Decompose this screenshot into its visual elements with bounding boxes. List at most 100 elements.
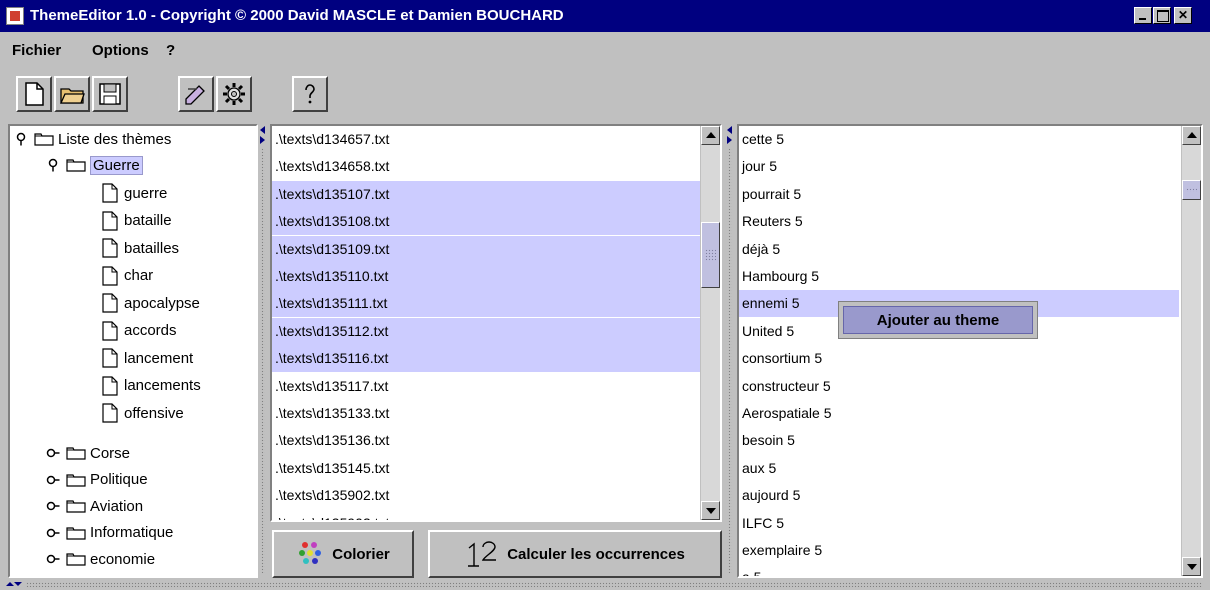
menu-options[interactable]: Options	[92, 42, 149, 59]
folder-icon	[34, 133, 54, 146]
collapsed-handle-icon[interactable]	[46, 446, 60, 460]
scroll-thumb[interactable]	[1182, 180, 1201, 200]
word-list-item[interactable]: Reuters 5	[739, 208, 1179, 235]
new-document-button[interactable]	[16, 76, 52, 112]
tree-leaf[interactable]: guerre	[102, 180, 167, 206]
file-list-item[interactable]: .\texts\d134657.txt	[272, 126, 700, 153]
document-icon	[102, 320, 118, 341]
tree-leaf[interactable]: accords	[102, 318, 177, 344]
word-list-item[interactable]: aux 5	[739, 455, 1179, 482]
file-list-scrollbar[interactable]	[700, 126, 720, 520]
collapsed-handle-icon[interactable]	[46, 473, 60, 487]
file-list[interactable]: .\texts\d134657.txt .\texts\d134658.txt .\…	[270, 124, 722, 522]
word-list-scrollbar[interactable]	[1181, 126, 1201, 576]
tree-node-guerre[interactable]: Guerre	[46, 152, 143, 178]
file-list-item[interactable]: .\texts\d135116.txt	[272, 345, 700, 373]
open-folder-button[interactable]	[54, 76, 90, 112]
file-list-item[interactable]: .\texts\d135107.txt	[272, 180, 700, 208]
tree-leaf[interactable]: bataille	[102, 208, 172, 234]
expand-right-icon[interactable]	[260, 136, 265, 144]
menu-help[interactable]: ?	[166, 42, 175, 59]
file-list-item[interactable]: .\texts\d135133.txt	[272, 400, 700, 427]
tree-leaf[interactable]: char	[102, 263, 153, 289]
splitter-right[interactable]	[726, 124, 734, 578]
calculer-occurrences-button[interactable]: Calculer les occurrences	[428, 530, 722, 578]
word-list-item[interactable]: Hambourg 5	[739, 263, 1179, 290]
folder-icon	[66, 500, 86, 513]
save-button[interactable]	[92, 76, 128, 112]
scroll-down-button[interactable]	[1182, 557, 1201, 576]
file-list-item[interactable]: .\texts\d134658.txt	[272, 153, 700, 180]
word-list-item[interactable]: jour 5	[739, 153, 1179, 180]
word-list-item[interactable]: besoin 5	[739, 427, 1179, 454]
file-list-item[interactable]: .\texts\d135902.txt	[272, 482, 700, 509]
scroll-up-button[interactable]	[701, 126, 720, 145]
toolbar	[10, 70, 1200, 118]
help-button[interactable]	[292, 76, 328, 112]
tree-leaf[interactable]: lancement	[102, 345, 193, 371]
document-icon	[102, 238, 118, 258]
tree-node[interactable]: Corse	[46, 440, 130, 466]
tree-node[interactable]: Aviation	[46, 493, 143, 519]
collapsed-handle-icon[interactable]	[46, 499, 60, 513]
colorier-button[interactable]: Colorier	[272, 530, 414, 578]
tree-leaf[interactable]: batailles	[102, 235, 179, 261]
document-icon	[102, 210, 118, 231]
tree-leaf[interactable]: lancements	[102, 373, 201, 399]
document-icon	[102, 403, 118, 423]
file-list-item[interactable]: .\texts\d135110.txt	[272, 263, 700, 290]
close-button[interactable]: ✕	[1174, 7, 1192, 24]
collapse-left-icon[interactable]	[727, 126, 732, 134]
file-list-item[interactable]: .\texts\d135108.txt	[272, 208, 700, 236]
expanded-handle-icon[interactable]	[46, 158, 60, 172]
tree-node[interactable]: economie	[46, 546, 155, 572]
file-list-item[interactable]: .\texts\d135112.txt	[272, 317, 700, 345]
folder-icon	[66, 473, 86, 487]
collapsed-handle-icon[interactable]	[46, 552, 60, 566]
word-list-item[interactable]: déjà 5	[739, 236, 1179, 263]
tree-node[interactable]: Politique	[46, 467, 148, 493]
scroll-thumb[interactable]	[701, 222, 720, 288]
tree-leaf[interactable]: apocalypse	[102, 290, 200, 316]
expanded-handle-icon[interactable]	[14, 132, 28, 146]
collapse-up-icon[interactable]	[6, 582, 14, 586]
word-list-item[interactable]: Aerospatiale 5	[739, 400, 1179, 427]
word-list-item[interactable]: a 5	[739, 564, 1179, 576]
minimize-button[interactable]	[1134, 7, 1152, 24]
word-list-item[interactable]: cette 5	[739, 126, 1179, 153]
tree-root[interactable]: Liste des thèmes	[14, 126, 171, 152]
file-list-item[interactable]: .\texts\d135117.txt	[272, 373, 700, 400]
bottom-splitter[interactable]	[0, 580, 1210, 590]
word-list-item[interactable]: ILFC 5	[739, 510, 1179, 537]
file-list-item[interactable]: .\texts\d135136.txt	[272, 427, 700, 454]
scroll-up-button[interactable]	[1182, 126, 1201, 145]
file-list-item[interactable]: .\texts\d135903.txt	[272, 510, 700, 520]
collapse-left-icon[interactable]	[260, 126, 265, 134]
add-to-theme-menu-item[interactable]: Ajouter au theme	[843, 306, 1033, 334]
splitter-left[interactable]	[259, 124, 267, 578]
scroll-down-button[interactable]	[701, 501, 720, 520]
edit-theme-button[interactable]	[178, 76, 214, 112]
file-list-item[interactable]: .\texts\d135111.txt	[272, 290, 700, 318]
settings-button[interactable]	[216, 76, 252, 112]
word-list-item[interactable]: aujourd 5	[739, 482, 1179, 509]
menu-fichier[interactable]: Fichier	[12, 42, 61, 59]
word-list-item[interactable]: constructeur 5	[739, 373, 1179, 400]
tree-leaf[interactable]: offensive	[102, 400, 184, 426]
maximize-button[interactable]	[1153, 7, 1171, 24]
word-list-item[interactable]: exemplaire 5	[739, 537, 1179, 564]
collapsed-handle-icon[interactable]	[46, 526, 60, 540]
file-list-item[interactable]: .\texts\d135145.txt	[272, 455, 700, 482]
file-list-item[interactable]: .\texts\d135109.txt	[272, 235, 700, 263]
app-icon[interactable]	[6, 7, 24, 25]
expand-down-icon[interactable]	[14, 582, 22, 586]
tree-leaf-label: guerre	[124, 184, 168, 202]
tree-node-label: Informatique	[90, 524, 174, 541]
word-list-item[interactable]: consortium 5	[739, 345, 1179, 372]
tree-node[interactable]: Informatique	[46, 520, 173, 546]
expand-right-icon[interactable]	[727, 136, 732, 144]
word-list-item[interactable]: pourrait 5	[739, 181, 1179, 208]
theme-tree[interactable]: Liste des thèmes Guerre guerre bataille ba…	[8, 124, 258, 578]
word-list[interactable]: cette 5 jour 5 pourrait 5 Reuters 5 déjà 5 Ha…	[737, 124, 1203, 578]
title-bar[interactable]: ThemeEditor 1.0 - Copyright © 2000 David…	[0, 0, 1210, 32]
